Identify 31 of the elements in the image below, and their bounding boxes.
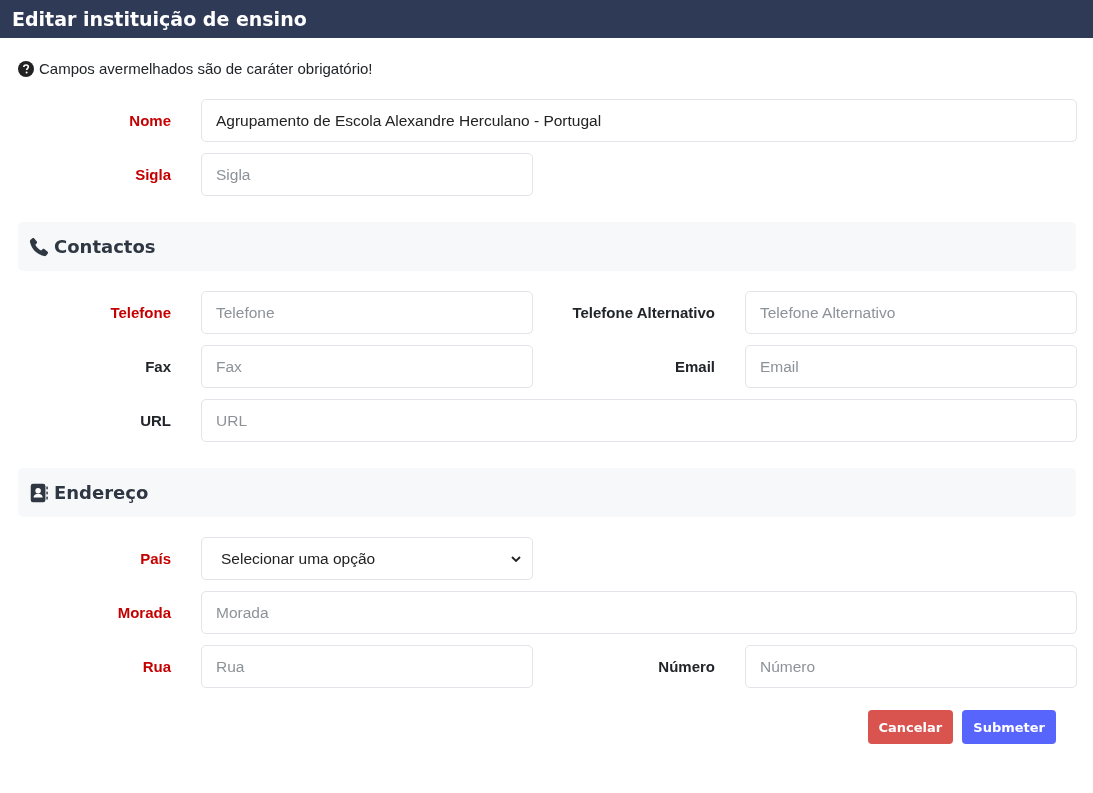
input-field[interactable]: Telefone	[201, 291, 533, 334]
field-label: Telefone	[109, 304, 172, 321]
field-label: Número	[657, 658, 716, 675]
section-title: Endereço	[54, 482, 149, 503]
input-field[interactable]: Telefone Alternativo	[745, 291, 1077, 334]
field-label: Fax	[144, 358, 172, 375]
section-title: Contactos	[54, 236, 156, 257]
field-label: Sigla	[134, 166, 172, 183]
input-field[interactable]: Agrupamento de Escola Alexandre Herculano - Portugal	[201, 99, 1077, 142]
country-select[interactable]: Selecionar uma opção	[201, 537, 533, 580]
contact-book-icon	[28, 481, 50, 504]
input-field[interactable]: Fax	[201, 345, 533, 388]
cancel-button[interactable]: Cancelar	[867, 710, 954, 744]
field-label: Morada	[116, 604, 172, 621]
required-fields-notice: Campos avermelhados são de caráter obrigatório!	[39, 60, 373, 77]
window-title: Editar instituição de ensino	[0, 0, 1093, 38]
field-label: Rua	[141, 658, 172, 675]
submit-button[interactable]: Submeter	[962, 710, 1056, 744]
input-field[interactable]: URL	[201, 399, 1077, 442]
input-field[interactable]: Email	[745, 345, 1077, 388]
question-icon	[18, 60, 34, 77]
field-label: País	[139, 550, 172, 567]
input-field[interactable]: Morada	[201, 591, 1077, 634]
field-label: Nome	[128, 112, 172, 129]
phone-icon	[28, 235, 50, 258]
field-label: Email	[673, 358, 716, 375]
input-field[interactable]: Rua	[201, 645, 533, 688]
field-label: Telefone Alternativo	[571, 304, 716, 321]
field-label: URL	[139, 412, 172, 429]
input-field[interactable]: Número	[745, 645, 1077, 688]
input-field[interactable]: Sigla	[201, 153, 533, 196]
